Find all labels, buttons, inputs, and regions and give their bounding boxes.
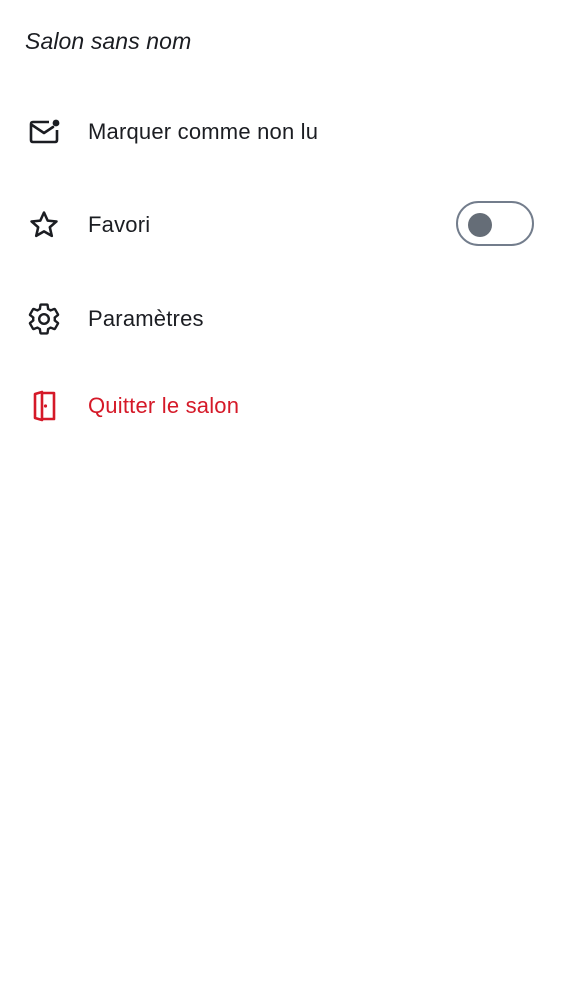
mark-unread-label: Marquer comme non lu — [88, 119, 319, 144]
leave-door-icon — [26, 388, 62, 424]
leave-room-item[interactable]: Quitter le salon — [0, 374, 562, 438]
mail-unread-icon — [26, 114, 62, 150]
star-icon — [26, 207, 62, 243]
favourite-item[interactable]: Favori — [0, 193, 562, 257]
leave-room-label: Quitter le salon — [88, 393, 240, 418]
toggle-knob — [468, 213, 492, 237]
room-context-menu: Salon sans nom Marquer comme non lu Favo… — [0, 0, 562, 1000]
favourite-toggle[interactable] — [456, 201, 534, 246]
mark-unread-item[interactable]: Marquer comme non lu — [0, 100, 562, 164]
favourite-label: Favori — [88, 212, 151, 237]
settings-label: Paramètres — [88, 306, 204, 331]
gear-icon — [26, 301, 62, 337]
room-title: Salon sans nom — [25, 28, 192, 54]
settings-item[interactable]: Paramètres — [0, 287, 562, 351]
